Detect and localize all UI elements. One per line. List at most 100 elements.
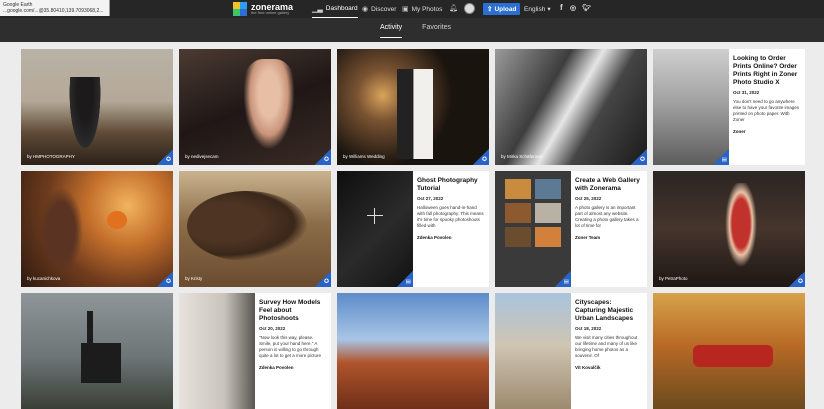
award-badge: ✪ (473, 149, 489, 165)
language-selector[interactable]: English ▾ (524, 0, 551, 18)
chart-icon: ▁▃ (312, 5, 323, 13)
article-author: Zoner (733, 129, 746, 134)
photo-card[interactable]: by Williams Wedding ✪ (337, 49, 489, 165)
article-author: Vít Kovalčík (575, 365, 601, 370)
twitter-icon[interactable]: 🐦︎ (582, 4, 591, 12)
photos-icon: ▣ (402, 6, 409, 13)
photo-thumbnail (653, 171, 805, 287)
award-badge: ✪ (789, 271, 805, 287)
nav-my-photos[interactable]: ▣ My Photos (402, 0, 442, 18)
article-excerpt: "Now look this way, please. Smile, put y… (259, 335, 322, 358)
article-text: Looking to Order Prints Online? Order Pr… (733, 55, 801, 134)
bell-icon[interactable]: 🔔︎ (449, 4, 458, 12)
photo-thumbnail (21, 49, 173, 165)
article-text: Ghost Photography Tutorial Oct 27, 2022 … (417, 177, 485, 240)
document-icon: ▤ (721, 157, 727, 163)
brand-tagline: the free online gallery (251, 10, 290, 15)
article-title: Cityscapes: Capturing Majestic Urban Lan… (575, 299, 634, 322)
upload-button[interactable]: ⇪ Upload (483, 3, 521, 15)
article-title: Ghost Photography Tutorial (417, 177, 478, 192)
compass-icon: ◉ (362, 6, 369, 13)
photo-card[interactable]: by kucanichkova ✪ (21, 171, 173, 287)
article-badge: ▤ (713, 149, 729, 165)
article-card[interactable]: ▤ Create a Web Gallery with Zonerama Oct… (495, 171, 647, 287)
article-title: Looking to Order Prints Online? Order Pr… (733, 55, 798, 86)
document-icon: ▤ (405, 279, 411, 285)
article-date: Oct 31, 2022 (733, 90, 760, 95)
photo-card[interactable]: by nedivejsecam ✪ (179, 49, 331, 165)
photo-credit: by Williams Wedding (343, 154, 385, 159)
photo-card[interactable]: by Mirka Schäferová ✪ (495, 49, 647, 165)
browser-tab-chip[interactable]: Google Earth ...google.com/...@35.80410,… (0, 0, 110, 16)
award-icon: ✪ (165, 157, 171, 163)
nav-discover-label: Discover (371, 5, 397, 13)
article-date: Oct 27, 2022 (417, 196, 444, 201)
facebook-icon[interactable]: f (560, 3, 563, 12)
brand-logo[interactable]: zonerama the free online gallery (233, 0, 293, 18)
award-icon: ✪ (323, 157, 329, 163)
article-author: Zdenka Povolen (259, 365, 294, 370)
photo-thumbnail (495, 49, 647, 165)
award-badge: ✪ (631, 149, 647, 165)
award-icon: ✪ (165, 279, 171, 285)
article-excerpt: A photo gallery is an important part of … (575, 205, 639, 228)
chevron-down-icon: ▾ (547, 6, 551, 13)
avatar[interactable] (464, 3, 475, 14)
photo-credit: by HMPHOTOGRAPHY (27, 154, 75, 159)
article-date: Oct 20, 2022 (259, 326, 286, 331)
article-text: Survey How Models Feel about Photoshoots… (259, 299, 327, 370)
article-excerpt: We visit many cities throughout our life… (575, 335, 638, 358)
nav-my-photos-label: My Photos (411, 5, 443, 13)
language-label: English (524, 5, 546, 13)
article-badge: ▤ (397, 271, 413, 287)
article-title: Survey How Models Feel about Photoshoots (259, 299, 321, 322)
article-thumbnail (653, 49, 729, 165)
nav-dashboard[interactable]: ▁▃ Dashboard (312, 0, 358, 18)
upload-icon: ⇪ (487, 6, 493, 13)
photo-credit: by kucanichkova (27, 276, 61, 281)
award-icon: ✪ (323, 279, 329, 285)
article-thumbnail (337, 171, 413, 287)
award-icon: ✪ (797, 279, 803, 285)
browser-url: ...google.com/...@35.80410,139.7093068,2… (3, 8, 104, 14)
upload-label: Upload (494, 5, 517, 13)
award-icon: ✪ (639, 157, 645, 163)
article-card[interactable]: ▤ Looking to Order Prints Online? Order … (653, 49, 805, 165)
photo-card[interactable]: by HMPHOTOGRAPHY ✪ (21, 49, 173, 165)
article-excerpt: You don't need to go anywhere else to ha… (733, 99, 800, 122)
award-badge: ✪ (157, 149, 173, 165)
award-badge: ✪ (157, 271, 173, 287)
photo-card[interactable]: by PetraPhoto ✪ (653, 171, 805, 287)
document-icon: ▤ (563, 279, 569, 285)
photo-credit: by Kristy (185, 276, 203, 281)
instagram-icon[interactable]: ◎ (570, 4, 576, 12)
article-date: Oct 18, 2022 (575, 326, 602, 331)
photo-thumbnail (179, 49, 331, 165)
article-author: Zdenka Povolen (417, 235, 452, 240)
photo-thumbnail (179, 171, 331, 287)
article-text: Cityscapes: Capturing Majestic Urban Lan… (575, 299, 643, 370)
article-badge: ▤ (555, 271, 571, 287)
article-thumbnail (495, 171, 571, 287)
photo-thumbnail (21, 171, 173, 287)
photo-thumbnail (337, 49, 489, 165)
tab-activity[interactable]: Activity (380, 24, 403, 38)
article-card[interactable]: ▤ Ghost Photography Tutorial Oct 27, 202… (337, 171, 489, 287)
photo-card[interactable]: by Kristy ✪ (179, 171, 331, 287)
photo-credit: by Mirka Schäferová (501, 154, 543, 159)
top-navigation-bar: Google Earth ...google.com/...@35.80410,… (0, 0, 824, 18)
article-title: Create a Web Gallery with Zonerama (575, 177, 640, 192)
photo-credit: by nedivejsecam (185, 154, 219, 159)
article-excerpt: Halloween goes hand-in-hand with fall ph… (417, 205, 484, 228)
article-text: Create a Web Gallery with Zonerama Oct 2… (575, 177, 643, 240)
photo-credit: by PetraPhoto (659, 276, 688, 281)
nav-discover[interactable]: ◉ Discover (362, 0, 396, 18)
award-icon: ✪ (481, 157, 487, 163)
nav-dashboard-label: Dashboard (325, 5, 358, 12)
article-author: Zoner Team (575, 235, 601, 240)
article-date: Oct 25, 2022 (575, 196, 602, 201)
tab-favorites[interactable]: Favorites (422, 24, 451, 38)
award-badge: ✪ (315, 149, 331, 165)
award-badge: ✪ (315, 271, 331, 287)
activity-tabs: Activity Favorites (380, 24, 451, 38)
